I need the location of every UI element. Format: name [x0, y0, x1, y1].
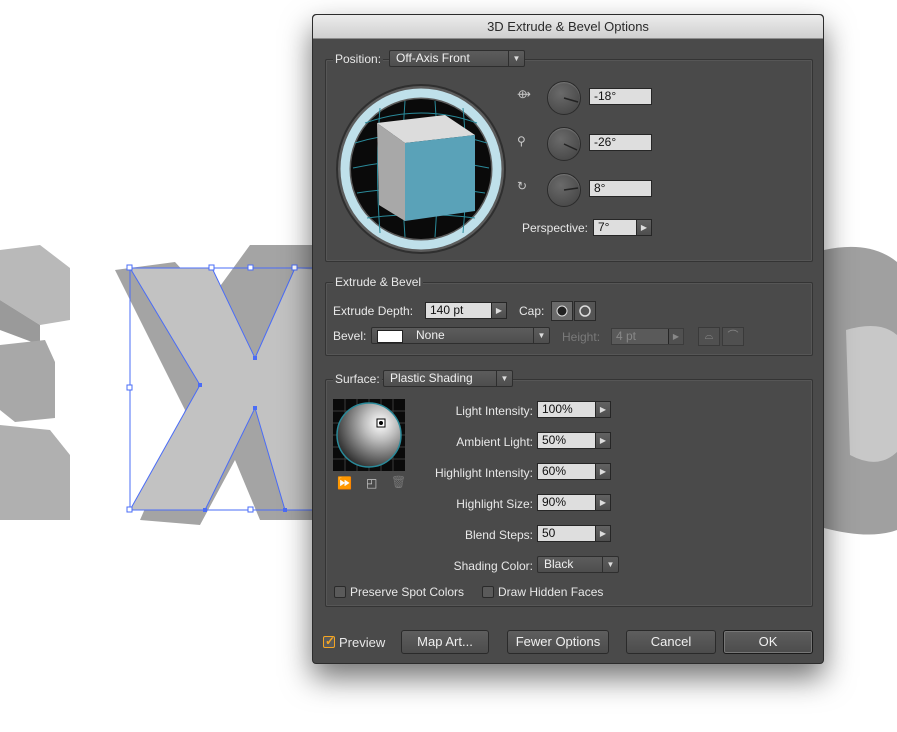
- rotate-z-axis-icon: ↻: [517, 179, 528, 193]
- ambient-light-stepper[interactable]: 50% ▶: [537, 432, 611, 449]
- chevron-right-icon[interactable]: ▶: [595, 464, 610, 479]
- preserve-spot-colors-label[interactable]: Preserve Spot Colors: [350, 585, 464, 599]
- highlight-size-stepper[interactable]: 90% ▶: [537, 494, 611, 511]
- chevron-down-icon: ▼: [533, 328, 549, 343]
- blend-steps-stepper[interactable]: 50 ▶: [537, 525, 611, 542]
- highlight-intensity-stepper[interactable]: 60% ▶: [537, 463, 611, 480]
- rotate-z-dial[interactable]: [547, 173, 581, 207]
- height-value: 4 pt: [616, 329, 637, 343]
- cap-off-button[interactable]: [574, 301, 596, 321]
- fewer-options-button[interactable]: Fewer Options: [507, 630, 609, 654]
- chevron-down-icon: ▼: [602, 557, 618, 572]
- light-intensity-value: 100%: [542, 402, 573, 416]
- highlight-size-value: 90%: [542, 495, 567, 509]
- extrude-depth-stepper[interactable]: 140 pt ▶: [425, 302, 507, 319]
- draw-hidden-faces-checkbox[interactable]: [482, 586, 494, 598]
- highlight-intensity-label: Highlight Intensity:: [434, 466, 533, 480]
- bevel-in-button: ⌒: [722, 327, 744, 346]
- rotate-y-axis-icon: ⚲: [517, 134, 526, 148]
- bevel-swatch: [377, 330, 403, 343]
- draw-hidden-faces-label[interactable]: Draw Hidden Faces: [498, 585, 603, 599]
- cap-on-icon: [556, 305, 568, 317]
- chevron-down-icon: ▼: [496, 371, 512, 386]
- extrude-bevel-section-label: Extrude & Bevel: [333, 275, 424, 289]
- rotate-y-field[interactable]: -26°: [589, 134, 652, 151]
- rotate-x-axis-icon: ⟴: [517, 87, 531, 101]
- shading-color-value: Black: [544, 557, 574, 571]
- highlight-intensity-value: 60%: [542, 464, 567, 478]
- preview-label[interactable]: Preview: [339, 635, 385, 650]
- chevron-right-icon[interactable]: ▶: [636, 220, 651, 235]
- cancel-button[interactable]: Cancel: [626, 630, 716, 654]
- letter-e-fragment: [0, 245, 70, 520]
- light-intensity-stepper[interactable]: 100% ▶: [537, 401, 611, 418]
- chevron-right-icon[interactable]: ▶: [595, 526, 610, 541]
- preview-checkbox[interactable]: ✓: [323, 634, 336, 648]
- blend-steps-value: 50: [542, 526, 556, 540]
- bevel-label: Bevel:: [333, 329, 367, 343]
- lighting-sphere-preview[interactable]: [333, 399, 405, 471]
- shading-color-select[interactable]: Black ▼: [537, 556, 619, 573]
- highlight-size-label: Highlight Size:: [456, 497, 533, 511]
- move-light-back-icon[interactable]: ⏩: [337, 476, 352, 490]
- light-intensity-label: Light Intensity:: [455, 404, 533, 418]
- bevel-out-button: ⌓: [698, 327, 720, 346]
- bevel-select[interactable]: None ▼: [371, 327, 550, 344]
- cap-label: Cap:: [519, 304, 545, 318]
- extrude-depth-label: Extrude Depth:: [333, 304, 414, 318]
- position-label: Position:: [333, 52, 384, 66]
- rotate-y-dial[interactable]: [547, 127, 581, 161]
- surface-value: Plastic Shading: [390, 371, 473, 385]
- rotate-z-field[interactable]: 8°: [589, 180, 652, 197]
- extrude-bevel-dialog: 3D Extrude & Bevel Options Position: Off…: [312, 14, 824, 664]
- chevron-right-icon[interactable]: ▶: [595, 495, 610, 510]
- checkmark-icon: ✓: [325, 634, 336, 648]
- preserve-spot-colors-checkbox[interactable]: [334, 586, 346, 598]
- rotate-x-field[interactable]: -18°: [589, 88, 652, 105]
- bevel-value: None: [416, 328, 445, 342]
- chevron-right-icon[interactable]: ▶: [595, 433, 610, 448]
- position-select[interactable]: Off-Axis Front ▼: [389, 50, 525, 67]
- extrude-depth-value: 140 pt: [430, 303, 464, 317]
- height-label: Height:: [562, 330, 601, 344]
- ok-button[interactable]: OK: [723, 630, 813, 654]
- chevron-right-icon[interactable]: ▶: [595, 402, 610, 417]
- chevron-right-icon: ▶: [668, 329, 683, 344]
- cap-on-button[interactable]: [551, 301, 573, 321]
- chevron-right-icon[interactable]: ▶: [491, 303, 506, 318]
- track-cube-preview[interactable]: [335, 83, 507, 255]
- blend-steps-label: Blend Steps:: [464, 528, 533, 542]
- ambient-light-label: Ambient Light:: [456, 435, 533, 449]
- surface-select[interactable]: Plastic Shading ▼: [383, 370, 513, 387]
- map-art-button[interactable]: Map Art...: [401, 630, 489, 654]
- perspective-value: 7°: [598, 220, 610, 234]
- dialog-title: 3D Extrude & Bevel Options: [313, 15, 823, 39]
- letter-o-fragment: [824, 246, 897, 535]
- ambient-light-value: 50%: [542, 433, 567, 447]
- height-stepper: 4 pt ▶: [611, 328, 684, 345]
- perspective-stepper[interactable]: 7° ▶: [593, 219, 652, 236]
- perspective-label: Perspective:: [521, 221, 588, 235]
- chevron-down-icon: ▼: [508, 51, 524, 66]
- surface-label: Surface:: [333, 372, 382, 386]
- cap-off-icon: [579, 305, 591, 317]
- letter-x-extruded: [115, 245, 330, 525]
- shading-color-label: Shading Color:: [453, 559, 533, 573]
- position-value: Off-Axis Front: [396, 51, 470, 65]
- rotate-x-dial[interactable]: [547, 81, 581, 115]
